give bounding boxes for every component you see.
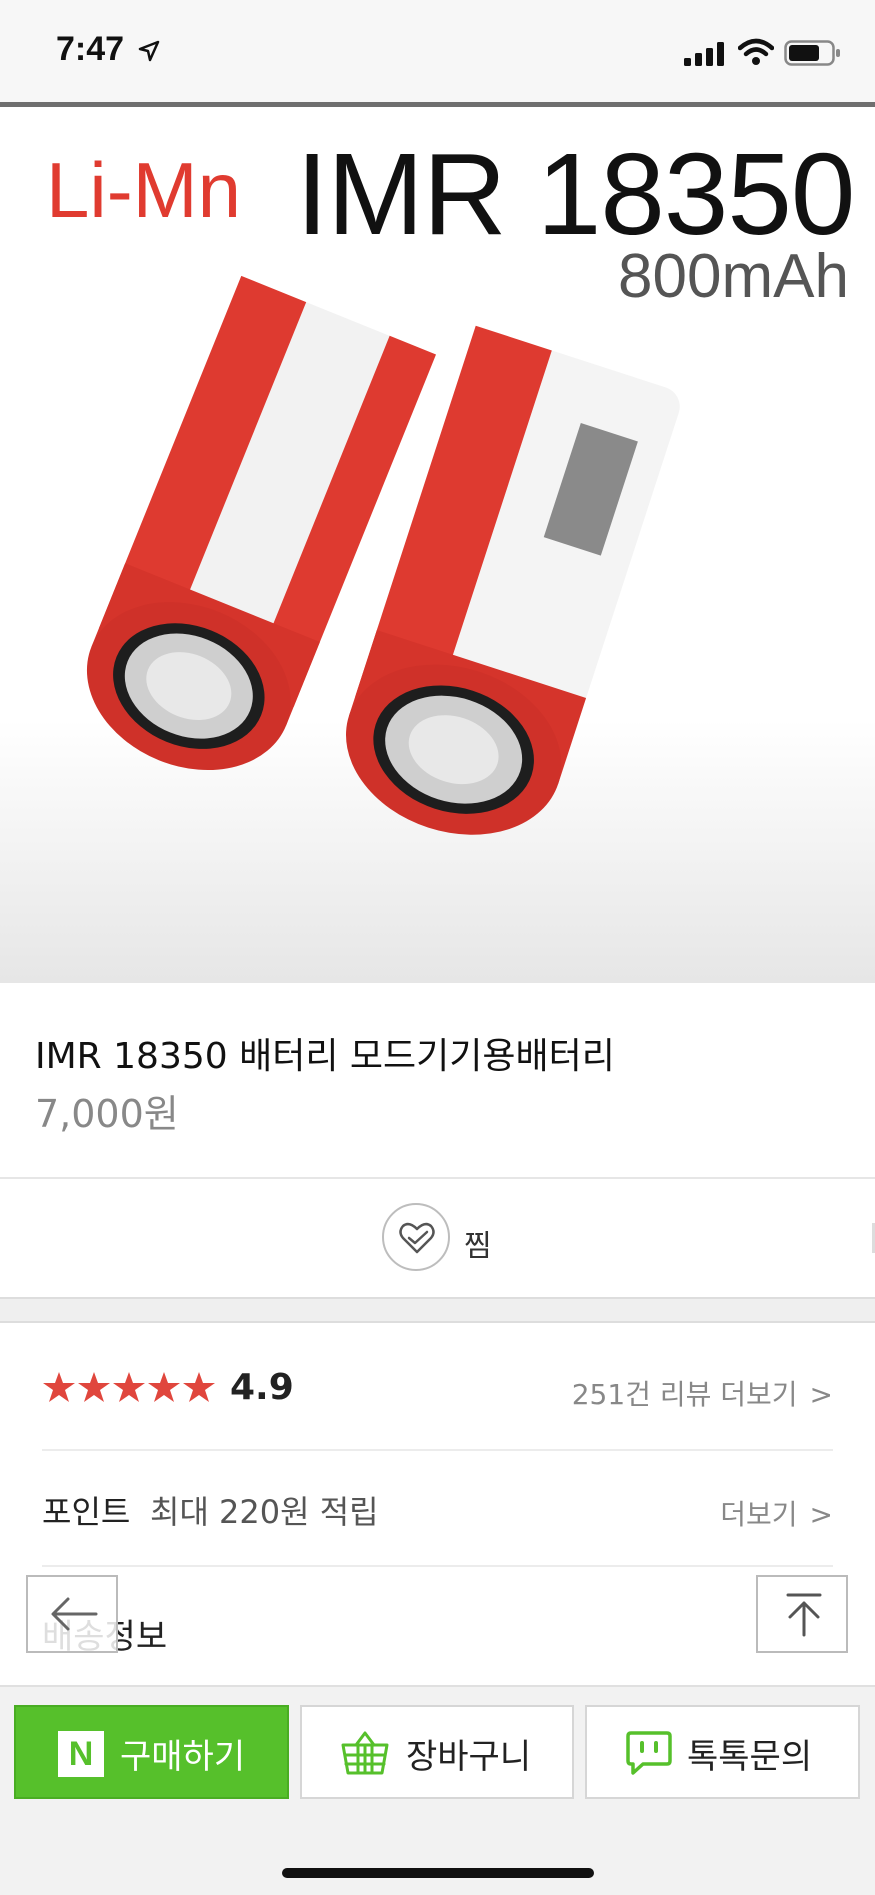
heart-check-icon — [399, 1222, 435, 1254]
section-gap — [0, 1297, 875, 1323]
buy-button[interactable]: N 구매하기 — [14, 1705, 289, 1799]
chevron-right-icon: > — [809, 1378, 833, 1411]
naver-n-icon: N — [58, 1731, 104, 1777]
point-more-link[interactable]: 더보기 > — [720, 1493, 833, 1533]
battery-photo-illustration — [86, 275, 680, 835]
location-arrow-icon — [138, 40, 160, 62]
talktalk-inquiry-button[interactable]: 톡톡문의 — [585, 1705, 860, 1799]
cart-button[interactable]: 장바구니 — [300, 1705, 574, 1799]
buy-label: 구매하기 — [120, 1737, 246, 1777]
product-image[interactable]: Li-Mn IMR 18350 800mAh — [0, 107, 875, 983]
arrow-up-icon — [786, 1593, 822, 1637]
rating-value: 4.9 — [230, 1367, 294, 1408]
status-bar: 7:47 — [0, 0, 875, 102]
review-row[interactable]: 4.9 251건 리뷰 더보기 > — [42, 1323, 833, 1451]
wifi-icon — [738, 38, 774, 65]
back-button[interactable] — [26, 1575, 118, 1653]
shipping-row[interactable]: 배송정보 — [42, 1565, 833, 1685]
point-label: 포인트 — [42, 1493, 131, 1531]
point-more-label: 더보기 — [720, 1498, 798, 1531]
chat-bubble-icon — [626, 1731, 672, 1775]
product-info: IMR 18350 배터리 모드기기용배터리 7,000원 — [0, 983, 875, 1177]
bottom-action-bar: N 구매하기 장바구니 톡톡문의 — [0, 1685, 875, 1895]
star-rating — [43, 1372, 215, 1402]
home-indicator[interactable] — [282, 1868, 594, 1878]
wish-button[interactable] — [382, 1203, 450, 1271]
review-more-link[interactable]: 251건 리뷰 더보기 > — [572, 1373, 833, 1413]
point-row[interactable]: 포인트 최대 220원 적립 더보기 > — [42, 1449, 833, 1567]
wish-row: 찜 — [0, 1179, 875, 1297]
review-more-label: 251건 리뷰 더보기 — [571, 1378, 798, 1411]
battery-icon — [784, 40, 840, 66]
scroll-to-top-button[interactable] — [756, 1575, 848, 1653]
cellular-signal-icon — [684, 42, 724, 66]
basket-icon — [341, 1731, 389, 1775]
talktalk-label: 톡톡문의 — [687, 1737, 813, 1777]
product-price: 7,000원 — [35, 1092, 179, 1136]
status-time: 7:47 — [56, 30, 125, 68]
wish-label[interactable]: 찜 — [464, 1221, 492, 1265]
product-title: IMR 18350 배터리 모드기기용배터리 — [35, 1036, 615, 1077]
cart-label: 장바구니 — [406, 1737, 532, 1777]
arrow-left-icon — [51, 1597, 98, 1631]
point-value: 최대 220원 적립 — [150, 1493, 379, 1531]
chevron-right-icon: > — [809, 1498, 833, 1531]
